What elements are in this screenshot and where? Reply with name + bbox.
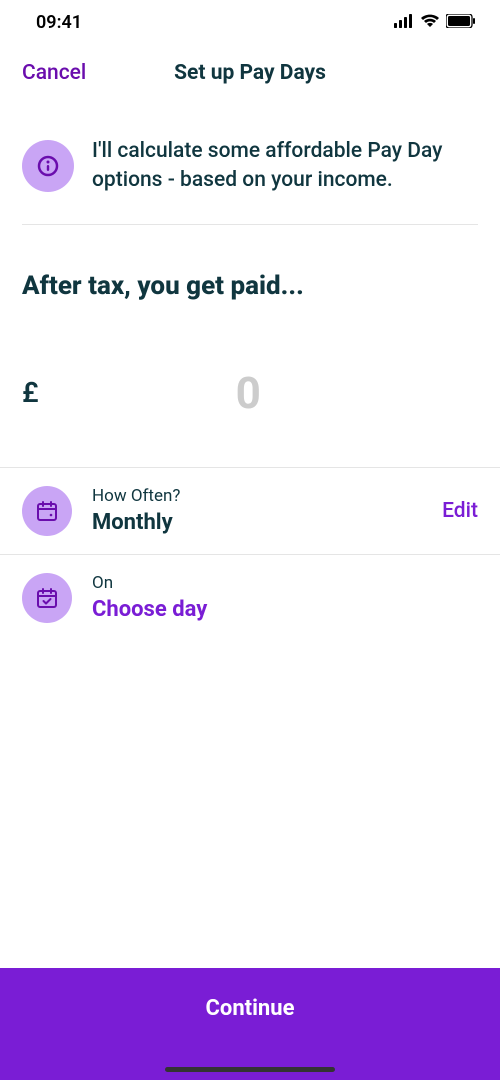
info-icon [22,140,74,192]
day-value: Choose day [92,597,478,622]
info-section: I'll calculate some affordable Pay Day o… [0,99,500,224]
header: Cancel Set up Pay Days [0,43,500,99]
status-bar: 09:41 [0,0,500,43]
calendar-check-icon [22,573,72,623]
day-row[interactable]: On Choose day [0,554,500,641]
status-icons [394,12,476,33]
home-indicator[interactable] [165,1067,335,1072]
section-heading: After tax, you get paid... [0,225,500,321]
frequency-label: How Often? [92,486,422,506]
currency-symbol: £ [22,376,39,409]
continue-button-label: Continue [206,996,295,1021]
day-label: On [92,573,478,593]
cancel-button[interactable]: Cancel [22,61,86,85]
frequency-value: Monthly [92,510,422,535]
continue-button[interactable]: Continue [0,968,500,1080]
status-time: 09:41 [36,12,82,33]
page-title: Set up Pay Days [174,61,326,85]
calendar-icon [22,486,72,536]
signal-icon [394,12,414,33]
amount-input-row[interactable]: £ 0 [0,321,500,467]
amount-value: 0 [39,367,478,419]
day-content: On Choose day [92,573,478,622]
battery-icon [446,12,476,33]
wifi-icon [420,12,440,33]
frequency-row: How Often? Monthly Edit [0,467,500,554]
edit-frequency-button[interactable]: Edit [442,499,478,523]
frequency-content: How Often? Monthly [92,486,422,535]
info-text: I'll calculate some affordable Pay Day o… [92,137,478,196]
